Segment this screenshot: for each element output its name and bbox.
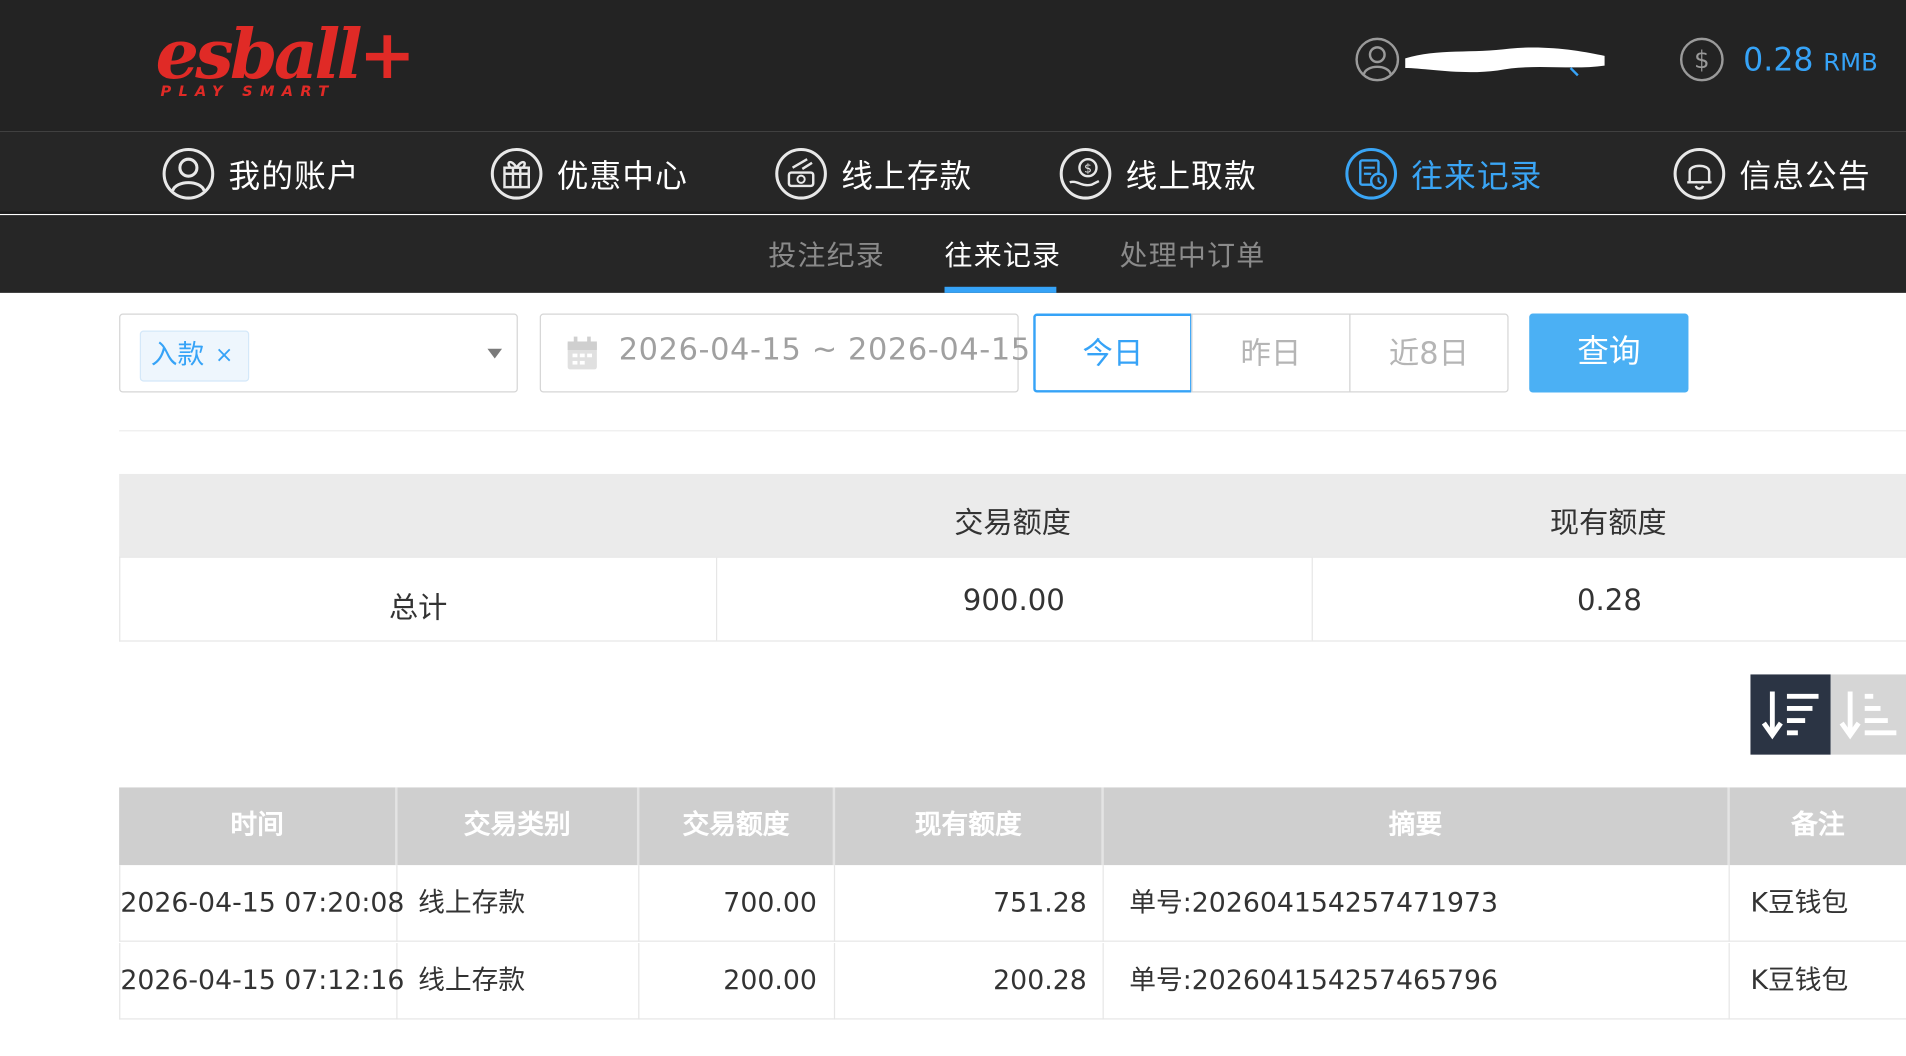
balance-display: 0.28 RMB bbox=[1743, 36, 1878, 86]
dollar-coin-icon: $ bbox=[1679, 37, 1724, 82]
nav-promotions[interactable]: 优惠中心 bbox=[489, 143, 688, 204]
nav-announcements[interactable]: 信息公告 bbox=[1671, 143, 1870, 204]
nav-online-deposit[interactable]: 线上存款 bbox=[773, 143, 972, 204]
row-time: 2026-04-15 07:12:16 bbox=[120, 942, 404, 1020]
chip-remove-icon[interactable]: × bbox=[215, 332, 233, 381]
row-type: 线上存款 bbox=[398, 865, 640, 942]
nav-label: 优惠中心 bbox=[556, 158, 689, 196]
sort-asc-icon bbox=[1839, 691, 1897, 740]
row-remark: K豆钱包 bbox=[1750, 966, 1849, 997]
nav-label: 往来记录 bbox=[1411, 158, 1543, 196]
nav-label: 我的账户 bbox=[228, 158, 360, 196]
top-bar: esball+ PLAY SMART $ 0.28 RMB bbox=[0, 0, 1906, 132]
col-header-balance[interactable]: 现有额度 bbox=[835, 787, 1104, 866]
summary-header-balance: 现有额度 bbox=[1549, 505, 1667, 540]
row-remark: K豆钱包 bbox=[1750, 888, 1849, 919]
nav-my-account[interactable]: 我的账户 bbox=[160, 143, 359, 204]
chip-label: 入款 bbox=[150, 340, 205, 371]
col-header-amount[interactable]: 交易额度 bbox=[639, 787, 836, 866]
calendar-icon bbox=[567, 336, 597, 370]
logo-tagline: PLAY SMART bbox=[160, 82, 336, 100]
user-circle-icon bbox=[162, 147, 215, 200]
col-header-type[interactable]: 交易类别 bbox=[398, 787, 640, 866]
summary-current-balance: 0.28 bbox=[1576, 583, 1642, 618]
transaction-type-select[interactable]: 入款 × bbox=[119, 313, 518, 393]
selected-type-chip: 入款 × bbox=[139, 330, 250, 382]
quick-today-button[interactable]: 今日 bbox=[1033, 313, 1193, 393]
nav-online-withdraw[interactable]: $ 线上取款 bbox=[1058, 143, 1257, 204]
query-button[interactable]: 查询 bbox=[1529, 313, 1689, 393]
redacted-username bbox=[1405, 47, 1605, 77]
row-amount: 700.00 bbox=[639, 865, 836, 942]
nav-records[interactable]: 往来记录 bbox=[1343, 143, 1542, 204]
row-balance: 200.28 bbox=[835, 942, 1104, 1020]
row-type: 线上存款 bbox=[398, 942, 640, 1020]
col-header-time[interactable]: 时间 bbox=[119, 787, 398, 866]
sub-nav: 投注纪录 往来记录 处理中订单 bbox=[0, 215, 1906, 293]
col-header-remark[interactable]: 备注 bbox=[1730, 787, 1906, 865]
divider bbox=[119, 430, 1906, 432]
summary-header: 交易额度 现有额度 bbox=[119, 473, 1906, 557]
row-summary: 单号:202604154257471973 bbox=[1104, 865, 1730, 942]
row-time: 2026-04-15 07:20:08 bbox=[120, 865, 404, 942]
row-summary: 单号:202604154257465796 bbox=[1104, 942, 1730, 1020]
tab-pending-orders[interactable]: 处理中订单 bbox=[1120, 232, 1266, 273]
table-row: 2026-04-15 07:20:08 线上存款 700.00 751.28 单… bbox=[119, 865, 1906, 942]
bell-icon bbox=[1673, 147, 1726, 200]
logo-wordmark: esball+ bbox=[155, 14, 416, 95]
date-range-value: 2026-04-15 ~ 2026-04-15 bbox=[618, 331, 1031, 367]
dropdown-arrow-icon[interactable] bbox=[487, 348, 503, 359]
sort-descending-button[interactable] bbox=[1750, 674, 1831, 755]
main-nav: 我的账户 优惠中心 线上存款 $ 线上取款 往来记录 信息公告 bbox=[0, 131, 1906, 214]
row-balance: 751.28 bbox=[835, 865, 1104, 942]
balance-currency: RMB bbox=[1823, 47, 1878, 77]
summary-row: 总计 900.00 0.28 bbox=[119, 556, 1906, 642]
sort-ascending-button[interactable] bbox=[1830, 674, 1906, 755]
date-range-picker[interactable]: 2026-04-15 ~ 2026-04-15 bbox=[539, 313, 1030, 393]
balance-amount: 0.28 bbox=[1743, 42, 1814, 79]
row-amount: 200.00 bbox=[639, 942, 836, 1020]
user-icon[interactable] bbox=[1354, 36, 1400, 82]
app-window: esball+ PLAY SMART $ 0.28 RMB 我的账户 优惠中心 … bbox=[0, 0, 1906, 1056]
nav-label: 线上存款 bbox=[841, 158, 973, 196]
nav-label: 信息公告 bbox=[1739, 158, 1871, 196]
quick-last8days-button[interactable]: 近8日 bbox=[1349, 313, 1509, 393]
active-tab-indicator bbox=[944, 286, 1057, 293]
esball-logo[interactable]: esball+ PLAY SMART bbox=[156, 17, 416, 107]
col-header-summary[interactable]: 摘要 bbox=[1104, 787, 1730, 866]
summary-total-label: 总计 bbox=[388, 590, 448, 625]
records-table-header: 时间 交易类别 交易额度 现有额度 摘要 备注 bbox=[119, 787, 1906, 866]
tab-bet-records[interactable]: 投注纪录 bbox=[768, 232, 885, 273]
sort-desc-icon bbox=[1761, 691, 1819, 740]
deposit-icon bbox=[775, 147, 827, 200]
table-row: 2026-04-15 07:12:16 线上存款 200.00 200.28 单… bbox=[119, 942, 1906, 1020]
summary-total-amount: 900.00 bbox=[962, 583, 1065, 618]
withdraw-icon: $ bbox=[1059, 147, 1112, 200]
summary-header-amount: 交易额度 bbox=[954, 505, 1071, 540]
svg-text:$: $ bbox=[1084, 162, 1092, 176]
gift-icon bbox=[490, 147, 543, 200]
records-icon bbox=[1345, 147, 1398, 200]
svg-text:$: $ bbox=[1694, 45, 1709, 74]
quick-yesterday-button[interactable]: 昨日 bbox=[1191, 313, 1351, 393]
tab-transaction-records[interactable]: 往来记录 bbox=[945, 232, 1062, 273]
nav-label: 线上取款 bbox=[1125, 158, 1257, 196]
